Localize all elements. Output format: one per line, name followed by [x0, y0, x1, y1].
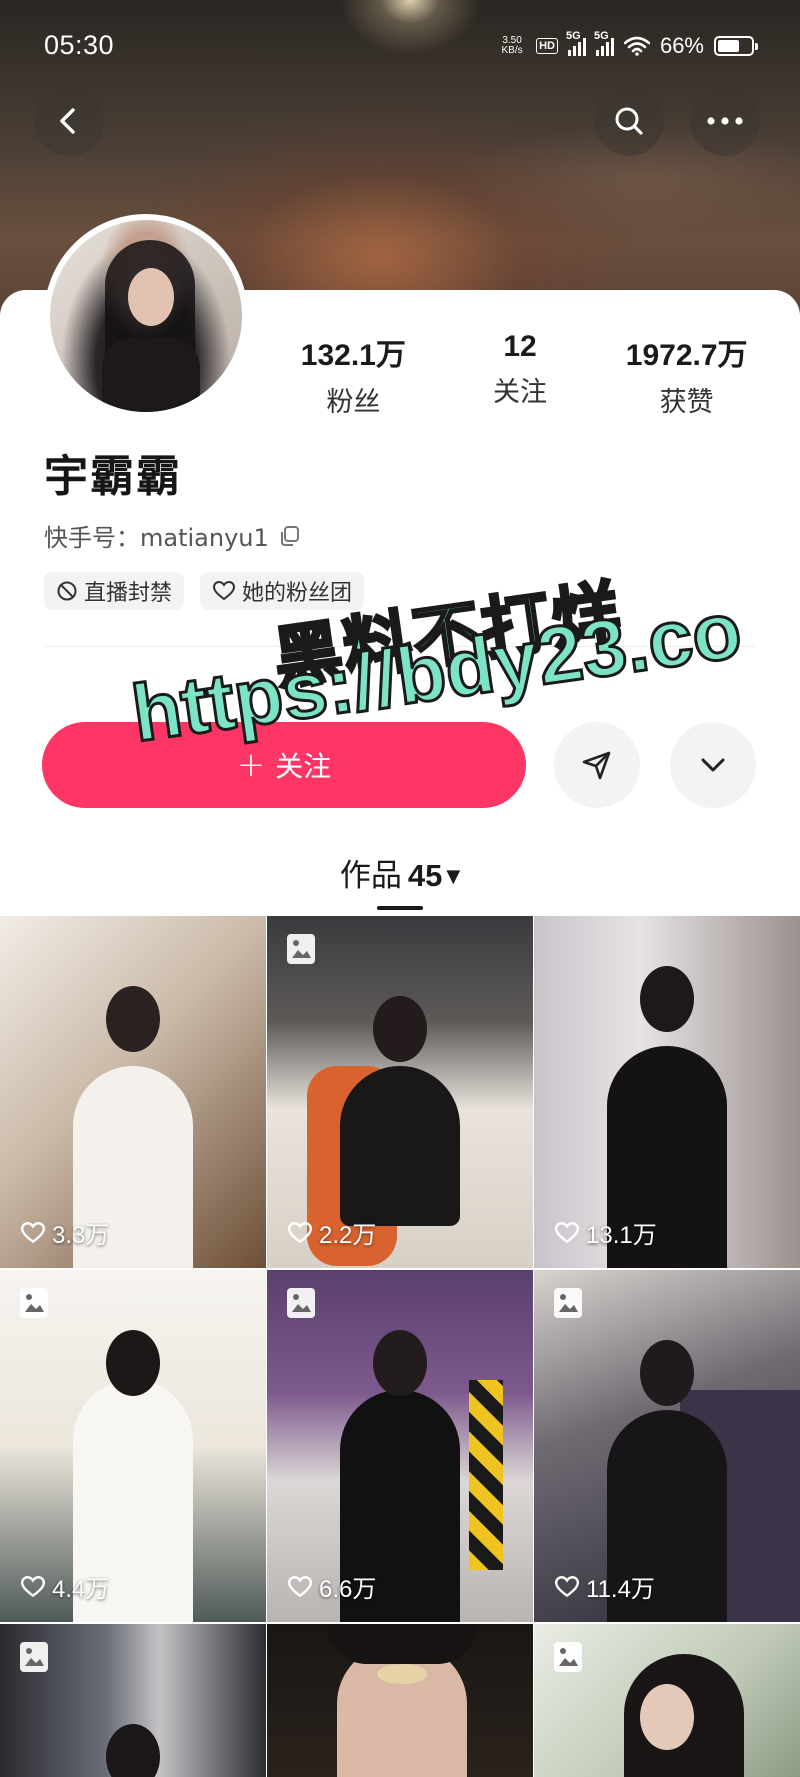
chevron-left-icon: [60, 108, 75, 134]
stat-following[interactable]: 12 关注: [437, 330, 604, 419]
id-text: 快手号：matianyu1: [44, 524, 269, 552]
like-count: 4.4万: [20, 1569, 109, 1604]
send-icon: [582, 751, 611, 780]
heart-outline-icon: [554, 1221, 580, 1243]
heart-outline-icon: [287, 1575, 313, 1597]
share-button[interactable]: [554, 722, 640, 808]
work-tile[interactable]: 13.1万: [534, 916, 800, 1268]
ban-icon: [57, 581, 77, 601]
status-icons: 3.50 KB/s HD 5G 5G 66%: [498, 30, 758, 62]
photo-icon: [20, 1642, 48, 1672]
like-count: 2.2万: [287, 1215, 376, 1250]
avatar[interactable]: [44, 214, 248, 418]
profile-stats: 132.1万 粉丝 12 关注 1972.7万 获赞: [270, 330, 770, 419]
recommend-toggle-button[interactable]: [670, 722, 756, 808]
chevron-down-icon: [701, 758, 725, 772]
work-tile[interactable]: [534, 1624, 800, 1777]
like-count: 6.6万: [287, 1569, 376, 1604]
work-tile[interactable]: [267, 1624, 533, 1777]
caret-down-icon: ▼: [446, 866, 461, 887]
heart-outline-icon: [287, 1221, 313, 1243]
photo-icon: [20, 1288, 48, 1318]
follow-button[interactable]: + 关注: [42, 722, 526, 808]
works-grid: 3.3万 2.2万 13.1万 4.4万 6.6万 11.4万: [0, 916, 800, 1777]
status-time: 05:30: [44, 30, 115, 60]
heart-outline-icon: [20, 1575, 46, 1597]
like-count: 11.4万: [554, 1569, 655, 1604]
photo-icon: [287, 934, 315, 964]
photo-icon: [287, 1288, 315, 1318]
like-count: 13.1万: [554, 1215, 657, 1250]
kuaishou-id: 快手号：matianyu1: [44, 518, 301, 553]
tab-indicator: [377, 906, 423, 910]
more-options-button[interactable]: [690, 86, 760, 156]
tag-live-banned[interactable]: 直播封禁: [44, 572, 185, 610]
signal-icon: 5G: [566, 30, 586, 56]
heart-outline-icon: [213, 580, 236, 601]
tag-fan-club[interactable]: 她的粉丝团: [200, 572, 365, 610]
heart-outline-icon: [20, 1221, 46, 1243]
search-icon: [615, 107, 643, 135]
divider: [44, 646, 756, 647]
profile-name: 宇霸霸: [44, 451, 182, 502]
tab-works[interactable]: 作品 45 ▼: [0, 850, 800, 895]
back-button[interactable]: [34, 86, 104, 156]
like-count: 3.3万: [20, 1215, 109, 1250]
work-tile[interactable]: [0, 1624, 266, 1777]
stat-followers[interactable]: 132.1万 粉丝: [270, 330, 437, 419]
search-button[interactable]: [594, 86, 664, 156]
battery-percent: 66%: [659, 33, 704, 58]
status-bar: 05:30 3.50 KB/s HD 5G 5G 66%: [0, 0, 800, 92]
wifi-icon: [623, 36, 650, 56]
hd-icon: HD: [536, 38, 558, 54]
more-dots-icon: [707, 117, 743, 125]
photo-icon: [554, 1642, 582, 1672]
work-tile[interactable]: 4.4万: [0, 1270, 266, 1622]
plus-icon: +: [236, 745, 266, 785]
work-tile[interactable]: 11.4万: [534, 1270, 800, 1622]
heart-outline-icon: [554, 1575, 580, 1597]
work-tile[interactable]: 2.2万: [267, 916, 533, 1268]
copy-icon[interactable]: [279, 525, 301, 547]
work-tile[interactable]: 3.3万: [0, 916, 266, 1268]
stat-likes[interactable]: 1972.7万 获赞: [603, 330, 770, 419]
signal-icon-2: 5G: [594, 30, 614, 56]
photo-icon: [554, 1288, 582, 1318]
network-speed: 3.50 KB/s: [501, 35, 523, 56]
profile-tags: 直播封禁 她的粉丝团: [44, 572, 365, 610]
battery-icon: [714, 36, 758, 56]
work-tile[interactable]: 6.6万: [267, 1270, 533, 1622]
